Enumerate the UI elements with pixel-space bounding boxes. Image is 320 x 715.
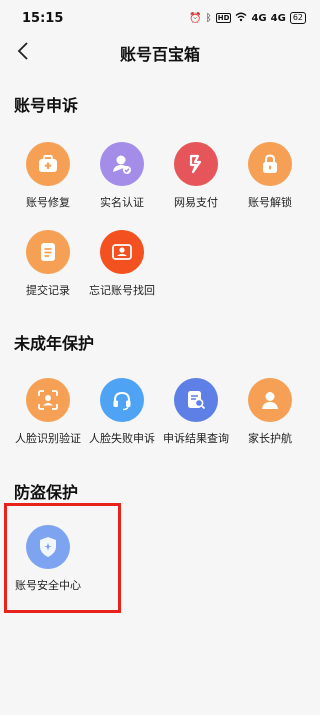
tile-label: 网易支付: [174, 196, 218, 209]
tile-label: 账号修复: [26, 196, 70, 209]
tile-face-verify[interactable]: 人脸识别验证: [12, 378, 84, 446]
status-bar: 15:15 ⏰ ᛒ HD 4G 4G 62: [0, 0, 320, 36]
tile-label: 忘记账号找回: [89, 284, 155, 297]
tile-label: 提交记录: [26, 284, 70, 297]
battery-icon: 62: [289, 12, 306, 24]
tile-label: 人脸识别验证: [15, 432, 81, 445]
wifi-icon: [235, 12, 247, 25]
lock-icon: [248, 142, 292, 186]
hd-icon: HD: [215, 13, 232, 23]
tile-account-unlock[interactable]: 账号解锁: [234, 142, 306, 210]
section-title-minor: 未成年保护: [14, 334, 95, 353]
face-scan-icon: [26, 378, 70, 422]
tile-label: 家长护航: [248, 432, 292, 445]
page-title: 账号百宝箱: [119, 45, 200, 64]
tile-label: 账号安全中心: [15, 579, 81, 592]
tile-submit-records[interactable]: 提交记录: [12, 230, 84, 298]
tile-netease-pay[interactable]: 网易支付: [160, 142, 232, 210]
tile-label: 人脸失败申诉: [89, 432, 155, 445]
tile-real-name[interactable]: 实名认证: [86, 142, 158, 210]
netease-pay-icon: [174, 142, 218, 186]
headset-icon: [100, 378, 144, 422]
search-document-icon: [174, 378, 218, 422]
person-icon: [248, 378, 292, 422]
section-title-appeal: 账号申诉: [14, 96, 79, 115]
medical-kit-icon: [26, 142, 70, 186]
status-icons: ⏰ ᛒ HD 4G 4G 62: [189, 12, 306, 25]
section-title-theft: 防盗保护: [14, 483, 79, 502]
tile-security-center[interactable]: 账号安全中心: [12, 525, 84, 593]
nav-bar: 账号百宝箱: [0, 36, 320, 66]
tile-forgot-account[interactable]: 忘记账号找回: [86, 230, 158, 298]
id-card-icon: [100, 230, 144, 274]
signal-icon: 4G: [251, 12, 267, 24]
tile-label: 实名认证: [100, 196, 144, 209]
tile-parent-guard[interactable]: 家长护航: [234, 378, 306, 446]
tile-face-appeal[interactable]: 人脸失败申诉: [86, 378, 158, 446]
status-time: 15:15: [22, 10, 64, 26]
alarm-icon: ⏰: [189, 12, 202, 24]
bluetooth-icon: ᛒ: [205, 12, 212, 24]
tile-account-repair[interactable]: 账号修复: [12, 142, 84, 210]
tile-label: 申诉结果查询: [163, 432, 229, 445]
document-icon: [26, 230, 70, 274]
signal-icon-2: 4G: [270, 12, 286, 24]
verified-user-icon: [100, 142, 144, 186]
tile-appeal-result[interactable]: 申诉结果查询: [160, 378, 232, 446]
shield-icon: [26, 525, 70, 569]
tile-label: 账号解锁: [248, 196, 292, 209]
